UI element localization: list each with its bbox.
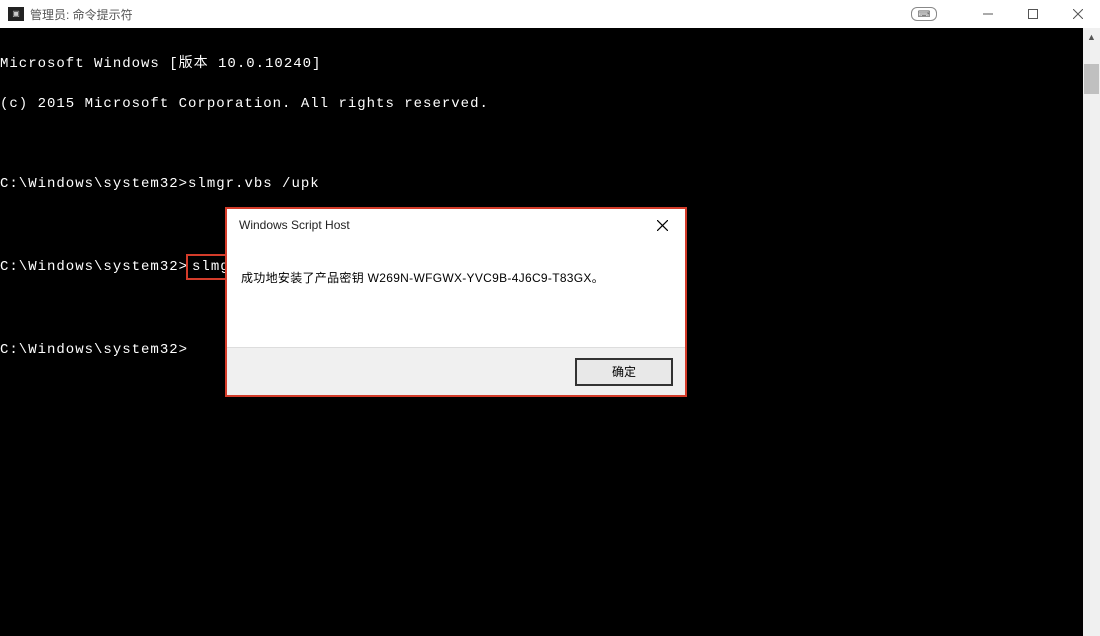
maximize-button[interactable] [1010,0,1055,28]
terminal-line-version: Microsoft Windows [版本 10.0.10240] [0,54,1083,74]
close-button[interactable] [1055,0,1100,28]
command-text: slmgr.vbs /upk [188,176,320,192]
script-host-dialog: Windows Script Host 成功地安装了产品密钥 W269N-WFG… [227,209,685,395]
window-controls: ⌨ [911,0,1100,28]
terminal-line-copyright: (c) 2015 Microsoft Corporation. All righ… [0,94,1083,114]
prompt: C:\Windows\system32> [0,342,188,358]
window-title: 管理员: 命令提示符 [30,6,133,23]
terminal-line-cmd1: C:\Windows\system32>slmgr.vbs /upk [0,174,1083,194]
vertical-scrollbar[interactable]: ▲ [1083,28,1100,636]
prompt: C:\Windows\system32> [0,259,188,275]
ime-indicator-icon[interactable]: ⌨ [911,7,937,21]
scrollbar-thumb[interactable] [1084,64,1099,94]
ok-button[interactable]: 确定 [575,358,673,386]
scrollbar-up-icon[interactable]: ▲ [1083,28,1100,45]
dialog-title: Windows Script Host [239,218,350,232]
window-titlebar: ▣ 管理员: 命令提示符 ⌨ [0,0,1100,28]
dialog-message: 成功地安装了产品密钥 W269N-WFGWX-YVC9B-4J6C9-T83GX… [227,241,685,347]
dialog-footer: 确定 [227,347,685,395]
cmd-icon: ▣ [8,7,24,21]
dialog-titlebar[interactable]: Windows Script Host [227,209,685,241]
prompt: C:\Windows\system32> [0,176,188,192]
dialog-highlight-border: Windows Script Host 成功地安装了产品密钥 W269N-WFG… [225,207,687,397]
minimize-button[interactable] [965,0,1010,28]
dialog-close-button[interactable] [647,212,677,238]
